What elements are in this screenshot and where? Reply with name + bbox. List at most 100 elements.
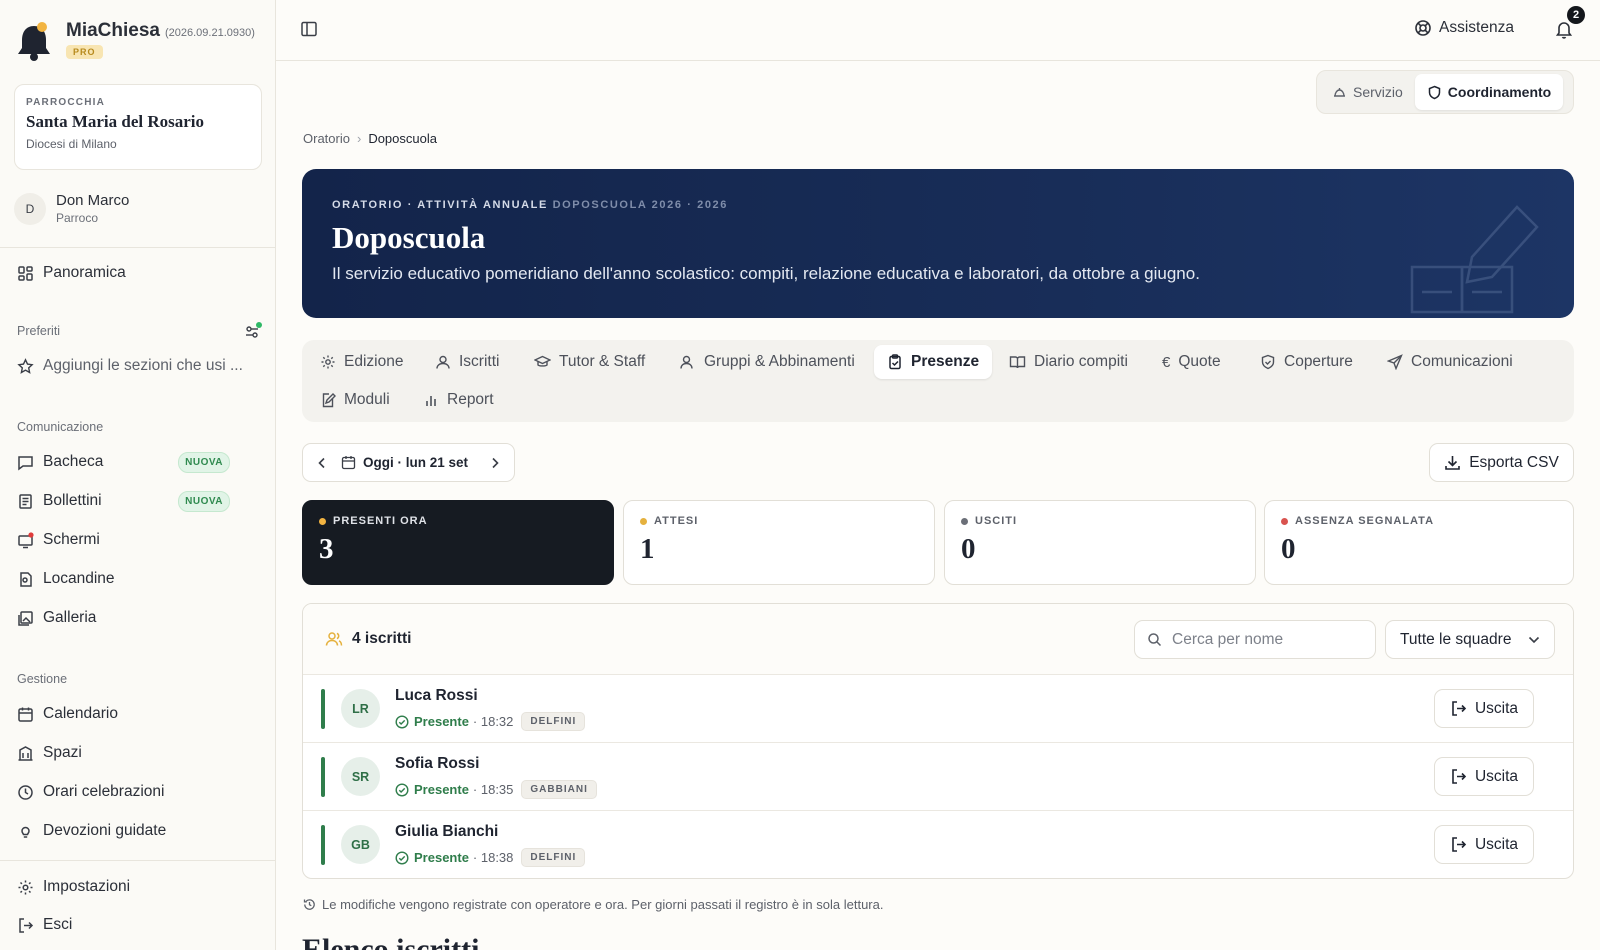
stat-expected[interactable]: ATTESI 1	[623, 500, 935, 585]
mode-coordination-label: Coordinamento	[1447, 84, 1552, 100]
screen-icon	[18, 531, 34, 548]
stat-label: PRESENTI ORA	[333, 515, 428, 527]
stat-absence[interactable]: ASSENZA SEGNALATA 0	[1264, 500, 1574, 585]
star-icon	[17, 357, 34, 374]
sidebar-item-schermi[interactable]: Schermi	[17, 529, 262, 551]
sidebar-item-galleria[interactable]: Galleria	[17, 607, 262, 629]
roster-header: 4 iscritti Tutte le squadre	[303, 604, 1573, 675]
user-icon	[436, 355, 450, 369]
sidebar-item-bollettini[interactable]: Bollettini NUOVA	[17, 490, 262, 512]
tab-moduli[interactable]: Moduli	[307, 383, 403, 417]
tab-label: Edizione	[344, 353, 404, 370]
user-role: Parroco	[56, 211, 99, 225]
help-label: Assistenza	[1439, 19, 1514, 36]
tab-label: Gruppi & Abbinamenti	[704, 353, 855, 370]
sidebar-item-spazi[interactable]: Spazi	[17, 742, 262, 764]
tab-edizione[interactable]: Edizione	[307, 345, 416, 379]
tab-presenze[interactable]: Presenze	[874, 345, 993, 379]
tab-gruppi[interactable]: Gruppi & Abbinamenti	[667, 345, 868, 379]
child-name: Giulia Bianchi	[395, 823, 499, 840]
check-out-label: Uscita	[1474, 767, 1519, 785]
tab-comunicazioni[interactable]: Comunicazioni	[1374, 345, 1526, 379]
footnote-text: Le modifiche vengono registrate con oper…	[322, 897, 884, 912]
avatar: LR	[341, 689, 380, 728]
mode-service-label: Servizio	[1353, 84, 1403, 100]
building-icon	[18, 745, 33, 761]
sidebar-item-devozioni[interactable]: Devozioni guidate	[17, 820, 262, 842]
sidebar-item-orari[interactable]: Orari celebrazioni	[17, 781, 262, 803]
present-indicator-bar	[321, 825, 325, 865]
date-label: Oggi · lun 21 set	[363, 455, 469, 470]
favorites-add-hint[interactable]: Aggiungi le sezioni che usi ...	[17, 355, 262, 377]
check-in-time: · 18:32	[472, 714, 514, 729]
users-icon	[680, 355, 693, 369]
newspaper-icon	[19, 493, 32, 509]
prev-day-chevron-left-icon[interactable]	[303, 457, 341, 469]
check-circle-icon	[395, 782, 409, 797]
tab-label: Report	[447, 391, 494, 408]
tab-label: Coperture	[1284, 353, 1353, 370]
row-meta: Presente · 18:32 DELFINI	[395, 712, 586, 731]
tab-tutor-staff[interactable]: Tutor & Staff	[521, 345, 658, 379]
search-input[interactable]	[1172, 630, 1362, 649]
sidebar-item-label: Schermi	[43, 531, 100, 548]
team-tag: DELFINI	[521, 712, 586, 731]
sidebar-item-calendario[interactable]: Calendario	[17, 703, 262, 725]
check-out-button[interactable]: Uscita	[1434, 825, 1534, 864]
sidebar-item-bacheca[interactable]: Bacheca NUOVA	[17, 451, 262, 473]
brand[interactable]: MiaChiesa (2026.09.21.0930) PRO	[16, 20, 255, 61]
sidebar-item-label: Bollettini	[43, 492, 102, 509]
favorites-settings-icon[interactable]	[244, 322, 262, 345]
present-indicator-bar	[321, 757, 325, 797]
tab-quote[interactable]: € Quote	[1149, 345, 1234, 379]
tab-coperture[interactable]: Coperture	[1247, 345, 1366, 379]
check-out-button[interactable]: Uscita	[1434, 689, 1534, 728]
check-out-button[interactable]: Uscita	[1434, 757, 1534, 796]
gallery-icon	[18, 610, 33, 626]
team-filter-select[interactable]: Tutte le squadre	[1385, 620, 1555, 659]
notifications-bell-icon[interactable]	[1555, 19, 1573, 44]
logout-icon	[1452, 837, 1467, 852]
tab-label: Diario compiti	[1034, 353, 1128, 370]
sidebar-toggle-icon[interactable]	[300, 20, 318, 43]
help-button[interactable]: Assistenza	[1414, 19, 1514, 37]
sidebar-item-label: Panoramica	[43, 264, 126, 281]
status-dot	[640, 517, 647, 525]
check-circle-icon	[395, 714, 409, 729]
topbar: Assistenza 2	[276, 0, 1600, 61]
search-icon	[1148, 633, 1162, 647]
export-csv-button[interactable]: Esporta CSV	[1429, 443, 1574, 482]
parish-card[interactable]: PARROCCHIA Santa Maria del Rosario Dioce…	[14, 84, 262, 170]
user-profile[interactable]: D Don Marco Parroco	[14, 192, 129, 225]
calendar-icon	[341, 456, 356, 470]
tab-iscritti[interactable]: Iscritti	[422, 345, 512, 379]
sidebar-item-label: Devozioni guidate	[43, 822, 167, 839]
sidebar-item-logout[interactable]: Esci	[17, 914, 262, 936]
mode-switch: Servizio Coordinamento	[1316, 70, 1574, 114]
sidebar-item-locandine[interactable]: Locandine	[17, 568, 262, 590]
sidebar-item-label: Spazi	[43, 744, 82, 761]
stat-present-now[interactable]: PRESENTI ORA 3	[302, 500, 614, 585]
audit-footnote: Le modifiche vengono registrate con oper…	[303, 897, 883, 912]
calendar-icon	[18, 707, 33, 722]
hand-icon	[1334, 87, 1345, 97]
check-out-label: Uscita	[1474, 835, 1519, 853]
breadcrumb-parent[interactable]: Oratorio	[303, 131, 350, 146]
next-day-chevron-right-icon[interactable]	[476, 457, 514, 469]
stat-exited[interactable]: USCITI 0	[944, 500, 1256, 585]
management-title: Gestione	[17, 672, 68, 686]
tab-report[interactable]: Report	[410, 383, 507, 417]
mode-coordination-button[interactable]: Coordinamento	[1414, 74, 1564, 110]
book-pencil-icon	[1410, 205, 1539, 314]
child-name: Luca Rossi	[395, 687, 478, 704]
logout-icon	[1452, 701, 1467, 716]
present-indicator-bar	[321, 689, 325, 729]
mode-service-button[interactable]: Servizio	[1320, 74, 1415, 110]
stat-label: ASSENZA SEGNALATA	[1295, 515, 1435, 527]
tab-diario[interactable]: Diario compiti	[996, 345, 1141, 379]
sidebar-item-settings[interactable]: Impostazioni	[17, 876, 262, 898]
date-picker[interactable]: Oggi · lun 21 set	[341, 455, 476, 470]
sidebar-item-overview[interactable]: Panoramica	[17, 262, 262, 284]
search-field[interactable]	[1134, 620, 1376, 659]
tab-label: Comunicazioni	[1411, 353, 1513, 370]
